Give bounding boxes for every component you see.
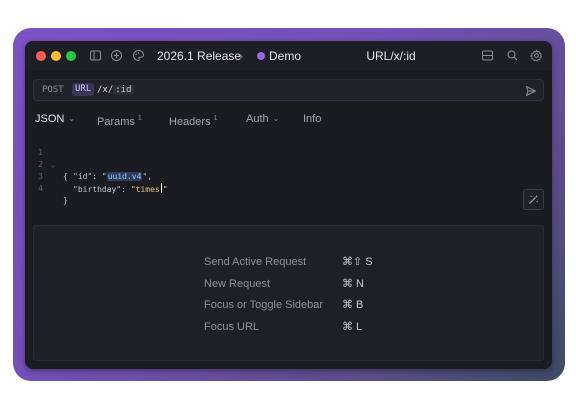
tab-params[interactable]: Params 1 [97, 112, 142, 129]
palette-icon[interactable] [132, 49, 145, 62]
tab-json-label: JSON [35, 113, 65, 125]
path-param-id[interactable]: :id [113, 85, 134, 95]
minimize-window-button[interactable] [51, 51, 61, 61]
shortcut-keys: ⌘ N [342, 278, 364, 290]
url-bar[interactable]: POST URL /x/:id [33, 79, 544, 101]
window-title: URL/x/:id [366, 49, 416, 63]
gear-icon[interactable] [530, 49, 543, 62]
tab-auth-label: Auth [246, 113, 269, 125]
layout-icon[interactable] [481, 49, 494, 62]
maximize-window-button[interactable] [66, 51, 76, 61]
code-text: } [63, 196, 68, 205]
json-punct: : [121, 185, 131, 194]
tab-auth[interactable]: Auth ⌄ [246, 112, 279, 126]
url-input[interactable]: /x/:id [97, 84, 134, 96]
tab-info[interactable]: Info [303, 112, 321, 126]
workspace-color-dot [257, 52, 265, 60]
tab-params-label: Params [97, 116, 135, 128]
editor-line: 3 "birthday": "times " [25, 159, 552, 194]
plus-circle-icon[interactable] [110, 49, 123, 62]
editor-line: 2 "id": "uuid.v4", [25, 147, 552, 181]
shortcut-label: Focus or Toggle Sidebar [204, 299, 324, 311]
editor-line: 1 ⌄ { [25, 135, 552, 181]
search-icon[interactable] [506, 49, 519, 62]
tab-json[interactable]: JSON ⌄ [35, 112, 75, 126]
line-number: 4 [38, 184, 43, 193]
chevron-right-icon: › [239, 49, 243, 63]
json-string: "times [130, 185, 160, 194]
workspace-selector[interactable]: Demo [269, 49, 301, 63]
response-pane: Send Active Request ⌘⇧ S New Request ⌘ N… [33, 225, 544, 361]
shortcut-label: Focus URL [204, 321, 260, 333]
editor-line: 4 } [25, 171, 552, 205]
project-selector[interactable]: 2026.1 Release [157, 49, 241, 63]
tab-info-label: Info [303, 113, 322, 125]
json-string: " [162, 185, 168, 194]
url-template-tag[interactable]: URL [72, 83, 95, 96]
app-window: 2026.1 Release › Demo URL/x/:id POST URL… [25, 41, 552, 369]
shortcut-keys: ⌘ L [342, 321, 363, 333]
url-path-text: /x/ [97, 85, 114, 95]
close-window-button[interactable] [36, 51, 46, 61]
magic-wand-button[interactable] [523, 189, 544, 210]
tab-params-count: 1 [137, 115, 142, 122]
text-cursor [160, 183, 162, 193]
shortcut-keys: ⌘ B [342, 299, 364, 311]
method-selector[interactable]: POST [42, 84, 64, 96]
shortcut-keys: ⌘⇧ S [342, 256, 373, 268]
shortcut-label: Send Active Request [204, 256, 307, 268]
titlebar: 2026.1 Release › Demo URL/x/:id [25, 41, 552, 71]
send-icon[interactable] [525, 84, 537, 96]
shortcut-label: New Request [204, 278, 271, 290]
json-body-editor[interactable]: 1 ⌄ { 2 "id": "uuid.v4", 3 "birthday": "… [25, 135, 552, 235]
tab-headers[interactable]: Headers 1 [169, 112, 217, 129]
tab-headers-count: 1 [213, 115, 218, 122]
chevron-down-icon: ⌄ [68, 114, 76, 123]
json-key: "birthday" [73, 185, 122, 194]
chevron-down-icon: ⌄ [272, 114, 280, 123]
sidebar-toggle-icon[interactable] [89, 49, 102, 62]
tab-headers-label: Headers [169, 116, 211, 128]
